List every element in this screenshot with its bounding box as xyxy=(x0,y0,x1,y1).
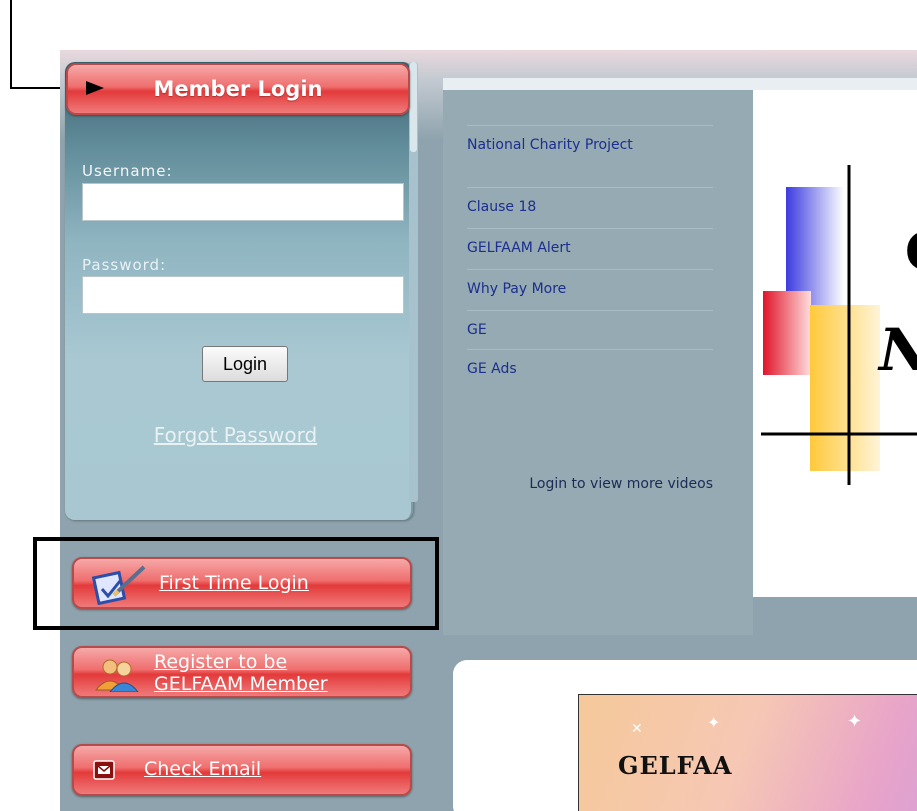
logo-graphic: G N xyxy=(761,165,917,485)
video-link-national-charity-project[interactable]: National Charity Project xyxy=(467,125,713,154)
annotation-highlight-box xyxy=(33,537,439,630)
register-link-line1: Register to be xyxy=(154,651,288,673)
video-link-ge[interactable]: GE xyxy=(467,310,713,339)
bottom-content-panel: ✕ ✦ ✦ GELFAA xyxy=(453,660,917,811)
annotation-arrow-vertical xyxy=(10,0,12,88)
register-link[interactable]: Register to be GELFAAM Member xyxy=(154,651,328,695)
scrollbar-thumb[interactable] xyxy=(410,62,417,152)
login-to-view-more-text: Login to view more videos xyxy=(529,476,713,492)
logo-image-panel: G N xyxy=(753,90,917,597)
banner-title: GELFAA xyxy=(618,751,733,780)
content-top-strip xyxy=(443,78,917,90)
video-link-ge-ads[interactable]: GE Ads xyxy=(467,349,713,378)
annotation-arrowhead-icon xyxy=(86,81,104,95)
password-field[interactable] xyxy=(82,276,404,314)
sparkle-icon: ✕ xyxy=(631,721,643,737)
forgot-password-link[interactable]: Forgot Password xyxy=(60,423,411,447)
member-login-header: Member Login xyxy=(66,63,410,115)
video-link-gelfaam-alert[interactable]: GELFAAM Alert xyxy=(467,228,713,257)
envelope-icon xyxy=(93,760,115,780)
member-login-title: Member Login xyxy=(153,77,323,101)
gelfaam-banner: ✕ ✦ ✦ GELFAA xyxy=(578,694,917,811)
sparkle-icon: ✦ xyxy=(847,711,863,732)
check-email-button[interactable]: Check Email xyxy=(72,744,412,796)
svg-text:N: N xyxy=(877,316,917,384)
check-email-link[interactable]: Check Email xyxy=(144,758,261,780)
video-link-clause-18[interactable]: Clause 18 xyxy=(467,187,713,216)
username-field[interactable] xyxy=(82,183,404,221)
sparkle-icon: ✦ xyxy=(707,713,721,732)
video-link-why-pay-more[interactable]: Why Pay More xyxy=(467,269,713,298)
video-nav-panel: National Charity Project Clause 18 GELFA… xyxy=(443,90,753,635)
password-label: Password: xyxy=(82,256,167,274)
username-label: Username: xyxy=(82,162,173,180)
login-button[interactable]: Login xyxy=(202,346,288,382)
users-icon xyxy=(94,659,139,692)
page-frame: Member Login Username: Password: Login F… xyxy=(60,50,917,811)
register-link-line2: GELFAAM Member xyxy=(154,673,328,695)
register-member-button[interactable]: Register to be GELFAAM Member xyxy=(72,646,412,698)
svg-text:G: G xyxy=(905,222,917,283)
